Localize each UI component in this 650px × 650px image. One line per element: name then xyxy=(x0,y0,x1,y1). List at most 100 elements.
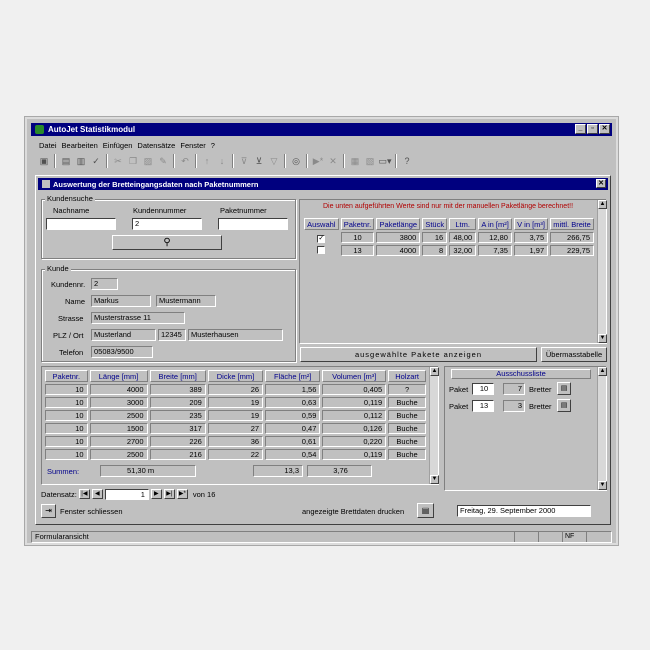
scroll-up-arrow[interactable]: ▲ xyxy=(430,367,439,376)
menu-einfuegen[interactable]: Einfügen xyxy=(103,141,133,150)
col-ltm: Ltm. xyxy=(449,218,477,230)
paket-table: Auswahl Paketnr. Paketlänge Stück Ltm. A… xyxy=(302,216,596,258)
help-icon[interactable]: ? xyxy=(400,154,414,168)
paste-icon[interactable]: ▨ xyxy=(141,154,155,168)
database-window-icon[interactable]: ▧ xyxy=(363,154,377,168)
first-record-button[interactable]: |◀ xyxy=(78,489,90,499)
table-row[interactable]: 10 4000 389 26 1,56 0,405 ? xyxy=(45,384,426,395)
undo-icon[interactable]: ↶ xyxy=(178,154,192,168)
ausschuss-unit: Bretter xyxy=(529,402,552,411)
format-painter-icon[interactable]: ✎ xyxy=(156,154,170,168)
ausschuss-print-button[interactable]: ▤ xyxy=(557,382,571,395)
filter-form-icon[interactable]: ⊻ xyxy=(252,154,266,168)
print-preview-icon[interactable]: ▥ xyxy=(74,154,88,168)
scroll-up-arrow[interactable]: ▲ xyxy=(598,200,607,209)
close-button[interactable]: ✕ xyxy=(599,124,610,134)
ort-field: Musterhausen xyxy=(188,329,283,341)
table-row[interactable]: 10 2500 216 22 0,54 0,119 Buche xyxy=(45,449,426,460)
filter-selection-icon[interactable]: ⊽ xyxy=(237,154,251,168)
col-flaeche: A in [m²] xyxy=(478,218,512,230)
close-form-button[interactable]: ⇥ xyxy=(41,504,56,518)
form-close-button[interactable]: ✕ xyxy=(596,179,606,188)
nachname-label: Nachname xyxy=(53,206,90,215)
holzart-cell[interactable]: Buche xyxy=(388,423,426,434)
new-object-icon[interactable]: ▭▾ xyxy=(378,154,392,168)
dicke-cell: 36 xyxy=(207,436,264,447)
volumen-cell: 0,220 xyxy=(322,436,387,447)
copy-icon[interactable]: ❐ xyxy=(126,154,140,168)
apply-filter-icon[interactable]: ▽ xyxy=(267,154,281,168)
stueck-cell: 16 xyxy=(422,232,448,243)
properties-icon[interactable]: ▦ xyxy=(348,154,362,168)
holzart-cell[interactable]: Buche xyxy=(388,410,426,421)
ausschuss-paket-input[interactable]: 13 xyxy=(472,400,494,412)
current-record-input[interactable]: 1 xyxy=(104,488,149,500)
breite-cell: 266,75 xyxy=(550,232,594,243)
sort-ascending-icon[interactable]: ↑ xyxy=(200,154,214,168)
notice-text: Die unten aufgeführten Werte sind nur mi… xyxy=(322,203,574,210)
holzart-cell[interactable]: Buche xyxy=(388,397,426,408)
holzart-cell[interactable]: Buche xyxy=(388,436,426,447)
ausschuss-print-button[interactable]: ▤ xyxy=(557,399,571,412)
paketnummer-input[interactable] xyxy=(218,218,288,230)
menu-help[interactable]: ? xyxy=(211,141,215,150)
sort-descending-icon[interactable]: ↓ xyxy=(215,154,229,168)
show-selected-packages-button[interactable]: ausgewählte Pakete anzeigen xyxy=(300,347,537,362)
ausschuss-count: 7 xyxy=(503,383,525,395)
table-row[interactable]: ✓ 10 3800 16 48,00 12,80 3,75 266,75 xyxy=(304,232,594,243)
menu-bearbeiten[interactable]: Bearbeiten xyxy=(62,141,98,150)
new-record-button[interactable]: ▶* xyxy=(176,489,188,499)
scroll-down-arrow[interactable]: ▼ xyxy=(598,481,607,490)
menu-datei[interactable]: Datei xyxy=(39,141,57,150)
holzart-cell[interactable]: ? xyxy=(388,384,426,395)
nachname-input[interactable] xyxy=(46,218,116,230)
spellcheck-icon[interactable]: ✓ xyxy=(89,154,103,168)
minimize-button[interactable]: _ xyxy=(575,124,586,134)
table-row[interactable]: 10 2500 235 19 0,59 0,112 Buche xyxy=(45,410,426,421)
paket-scrollbar[interactable]: ▲ ▼ xyxy=(597,200,607,343)
table-row[interactable]: 13 4000 8 32,00 7,35 1,97 229,75 xyxy=(304,245,594,256)
kundennummer-input[interactable]: 2 xyxy=(132,218,202,230)
cut-icon[interactable]: ✂ xyxy=(111,154,125,168)
dicke-cell: 26 xyxy=(207,384,264,395)
delete-record-icon[interactable]: ✕ xyxy=(326,154,340,168)
laenge-cell: 4000 xyxy=(89,384,148,395)
table-row[interactable]: 10 3000 209 19 0,63 0,119 Buche xyxy=(45,397,426,408)
print-board-data-button[interactable]: ▤ xyxy=(417,503,434,518)
record-navigation: Datensatz: |◀ ◀ 1 ▶ ▶| ▶* von 16 xyxy=(41,488,215,500)
new-record-icon[interactable]: ▶* xyxy=(311,154,325,168)
find-binoculars-icon[interactable]: ◎ xyxy=(289,154,303,168)
ausschuss-paket-input[interactable]: 10 xyxy=(472,383,494,395)
table-row[interactable]: 10 1500 317 27 0,47 0,126 Buche xyxy=(45,423,426,434)
brett-panel: Paketnr. Länge [mm] Breite [mm] Dicke [m… xyxy=(41,366,439,485)
ausschuss-scrollbar[interactable]: ▲ ▼ xyxy=(597,367,607,490)
kunde-label: Kunde xyxy=(45,264,71,273)
flaeche-cell: 0,61 xyxy=(265,436,321,447)
scroll-up-arrow[interactable]: ▲ xyxy=(598,367,607,376)
scroll-down-arrow[interactable]: ▼ xyxy=(430,475,439,484)
menu-fenster[interactable]: Fenster xyxy=(180,141,205,150)
brett-scrollbar[interactable]: ▲ ▼ xyxy=(429,367,439,484)
search-button[interactable]: ⚲ xyxy=(112,235,222,250)
breite-cell: 229,75 xyxy=(550,245,594,256)
form-title-bar[interactable]: Auswertung der Bretteingangsdaten nach P… xyxy=(38,178,608,190)
menu-datensaetze[interactable]: Datensätze xyxy=(137,141,175,150)
form-icon xyxy=(42,180,50,188)
title-bar[interactable]: AutoJet Statistikmodul _ ▫ ✕ xyxy=(31,123,612,136)
scroll-down-arrow[interactable]: ▼ xyxy=(598,334,607,343)
holzart-cell[interactable]: Buche xyxy=(388,449,426,460)
breite-cell: 209 xyxy=(149,397,206,408)
save-icon[interactable]: ▣ xyxy=(37,154,51,168)
auswahl-checkbox[interactable]: ✓ xyxy=(317,234,326,243)
laenge-cell: 2500 xyxy=(89,410,148,421)
maximize-button[interactable]: ▫ xyxy=(587,124,598,134)
next-record-button[interactable]: ▶ xyxy=(150,489,162,499)
auswahl-checkbox[interactable] xyxy=(317,245,326,254)
previous-record-button[interactable]: ◀ xyxy=(91,489,103,499)
uebermass-table-button[interactable]: Übermasstabelle xyxy=(541,347,607,362)
dicke-cell: 19 xyxy=(207,397,264,408)
print-icon[interactable]: ▤ xyxy=(59,154,73,168)
last-record-button[interactable]: ▶| xyxy=(163,489,175,499)
table-row[interactable]: 10 2700 226 36 0,61 0,220 Buche xyxy=(45,436,426,447)
flaeche-cell: 1,56 xyxy=(265,384,321,395)
